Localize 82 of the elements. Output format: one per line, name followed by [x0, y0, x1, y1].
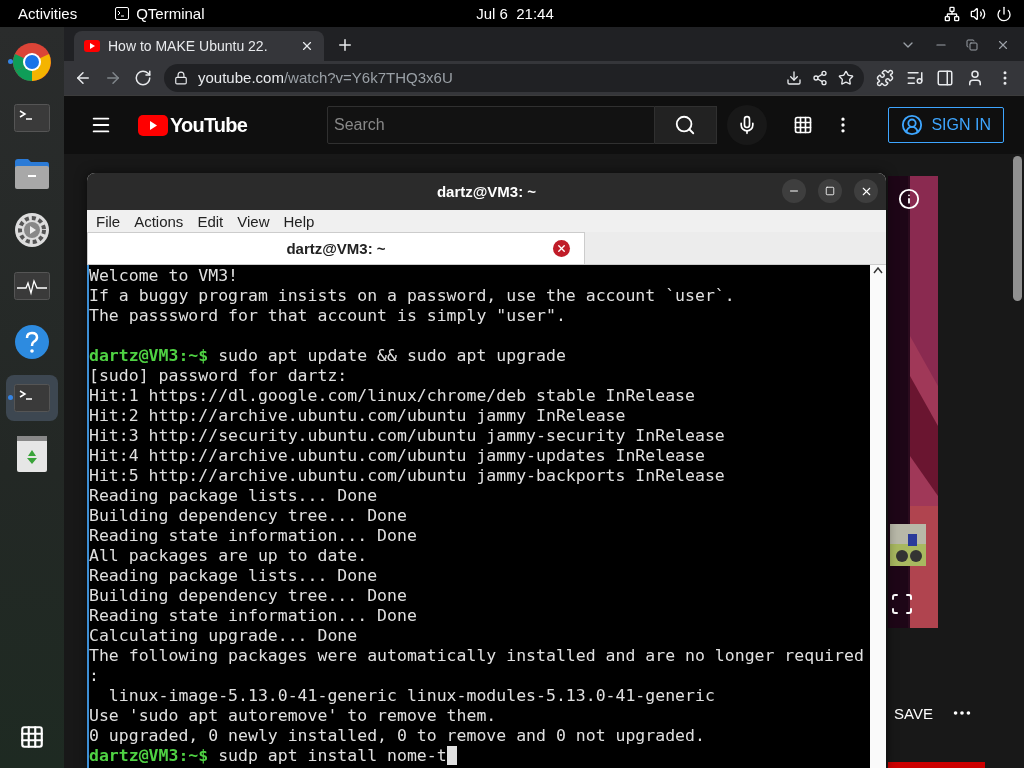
extensions-icon[interactable] — [876, 69, 894, 87]
output-line: linux-image-5.13.0-41-generic linux-modules-5.13.0-41-generic — [107, 686, 715, 705]
output-line: Building dependency tree... Done — [89, 586, 407, 605]
minimize-button[interactable] — [782, 179, 806, 203]
terminal-tab[interactable]: dartz@VM3: ~ — [87, 232, 585, 264]
terminal-icon[interactable] — [14, 384, 50, 412]
side-panel-icon[interactable] — [936, 69, 954, 87]
sign-in-button[interactable]: SIGN IN — [888, 107, 1004, 144]
folder-icon[interactable] — [14, 158, 50, 190]
close-button[interactable] — [854, 179, 878, 203]
profile-icon[interactable] — [966, 69, 984, 87]
shell-prompt: dartz@VM3:~$ — [89, 746, 209, 765]
maximize-button[interactable] — [818, 179, 842, 203]
output-line: Hit:1 https://dl.google.com/linux/chrome/deb stable InRelease — [89, 386, 695, 405]
save-button[interactable]: SAVE — [894, 704, 933, 722]
activity-monitor-icon[interactable] — [14, 272, 50, 300]
output-line: 0 upgraded, 0 newly installed, 0 to remove and 0 not upgraded. — [89, 726, 705, 745]
youtube-logo[interactable]: YouTube — [138, 113, 247, 137]
output-line: Calculating upgrade... Done — [89, 626, 358, 645]
output-line: [sudo] password for dartz: — [89, 366, 348, 385]
output-line: If a buggy program insists on a password, use the account `user`. — [89, 286, 735, 305]
output-line: Reading state information... Done — [89, 606, 417, 625]
output-line: Hit:4 http://archive.ubuntu.com/ubuntu jammy-updates InRelease — [89, 446, 705, 465]
trash-icon[interactable] — [17, 436, 47, 472]
output-line: Building dependency tree... Done — [89, 506, 407, 525]
share-icon[interactable] — [812, 70, 828, 86]
output-line: : — [89, 666, 99, 685]
search-field[interactable]: Search — [327, 106, 655, 145]
output-line: Hit:5 http://archive.ubuntu.com/ubuntu jammy-backports InRelease — [89, 466, 725, 485]
app-menu[interactable]: QTerminal — [115, 5, 205, 22]
install-icon[interactable] — [786, 70, 802, 86]
user-icon — [901, 114, 924, 137]
scroll-up-icon[interactable] — [873, 267, 883, 274]
output-line: Reading state information... Done — [89, 526, 417, 545]
command-text: sudo apt update && sudo apt upgrade — [217, 346, 566, 365]
media-icon[interactable] — [906, 69, 924, 87]
forward-icon[interactable] — [104, 69, 122, 87]
window-title: dartz@VM3: ~ — [436, 183, 537, 200]
restore-icon[interactable] — [966, 38, 978, 51]
network-icon[interactable] — [944, 5, 960, 22]
menu-item[interactable]: View — [237, 212, 270, 230]
apps-icon[interactable] — [793, 115, 813, 136]
microphone-button[interactable] — [727, 105, 767, 146]
output-line: The following packages were automatically installed and are no longer required — [89, 646, 864, 665]
volume-icon[interactable] — [970, 5, 986, 22]
address-bar[interactable]: youtube.com/watch?v=Y6k7THQ3x6U — [164, 64, 864, 92]
power-icon[interactable] — [996, 5, 1012, 22]
menu-item[interactable]: Actions — [134, 212, 184, 230]
maximize-icon — [825, 186, 835, 196]
search-icon — [674, 114, 697, 137]
clock[interactable]: Jul 6 21:44 — [476, 5, 554, 22]
star-icon[interactable] — [838, 70, 854, 86]
browser-icon[interactable] — [12, 42, 52, 82]
output-line: Reading package lists... Done — [89, 566, 378, 585]
help-icon[interactable] — [14, 324, 50, 360]
output-line: The passsword for that account is simply "user". — [89, 306, 566, 325]
lock-icon — [174, 71, 188, 85]
gear-icon[interactable] — [14, 212, 50, 248]
microphone-icon — [737, 115, 757, 136]
output-line: All packages are up to date. — [89, 546, 368, 565]
play-icon — [138, 114, 168, 136]
menu-item[interactable]: Edit — [197, 212, 224, 230]
output-line: Hit:3 http://security.ubuntu.com/ubuntu jammy-security InRelease — [89, 426, 725, 445]
shell-prompt: dartz@VM3:~$ — [89, 346, 209, 365]
search-button[interactable] — [655, 106, 717, 145]
video-play-icon — [84, 39, 100, 52]
reload-icon[interactable] — [134, 69, 152, 87]
browser-tab[interactable]: How to MAKE Ubuntu 22. — [74, 30, 324, 61]
output-line: Use 'sudo apt autoremove' to remove them. — [89, 706, 497, 725]
scrollbar[interactable] — [1013, 156, 1022, 301]
terminal-icon — [115, 7, 130, 20]
output-line: Welcome to VM3! — [89, 266, 238, 285]
activities-button[interactable]: Activities — [18, 5, 78, 22]
apps-grid-icon[interactable] — [19, 724, 45, 750]
terminal-icon[interactable] — [14, 104, 50, 132]
output-line: Hit:2 http://archive.ubuntu.com/ubuntu jammy InRelease — [89, 406, 626, 425]
menu-item[interactable]: File — [96, 212, 121, 230]
output-line: Reading package lists... Done — [89, 486, 378, 505]
menu-item[interactable]: Help — [283, 212, 315, 230]
close-tab-icon[interactable] — [553, 240, 570, 257]
back-icon[interactable] — [74, 69, 92, 87]
command-text: sudp apt install nome-t — [217, 746, 447, 765]
